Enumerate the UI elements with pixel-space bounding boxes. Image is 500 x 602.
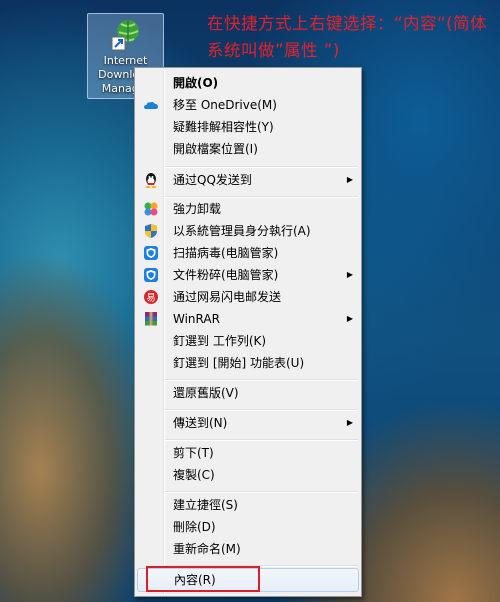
- menu-item-label: 開啟檔案位置(I): [173, 142, 258, 156]
- menu-separator: [165, 491, 358, 493]
- menu-item-label: 釘選到 工作列(K): [173, 334, 267, 348]
- onedrive-icon: [144, 102, 158, 109]
- menu-item-label: 疑難排解相容性(Y): [173, 120, 274, 134]
- properties-highlight-box: [146, 566, 260, 592]
- menu-item-run-as-administrator[interactable]: 以系統管理員身分執行(A): [137, 220, 359, 242]
- menu-item-label: 開啟(O): [173, 76, 219, 90]
- idm-globe-icon: [111, 20, 139, 51]
- menu-item-label: 還原舊版(V): [173, 386, 239, 400]
- menu-item-scan-virus[interactable]: 扫描病毒(电脑管家): [137, 242, 359, 264]
- menu-item-restore-previous-versions[interactable]: 還原舊版(V): [137, 382, 359, 404]
- uninstall-icon: [144, 202, 158, 216]
- menu-separator: [165, 379, 358, 381]
- menu-item-label: 重新命名(M): [173, 542, 241, 556]
- menu-item-pin-to-start[interactable]: 釘選到 [開始] 功能表(U): [137, 352, 359, 374]
- menu-item-pin-to-taskbar[interactable]: 釘選到 工作列(K): [137, 330, 359, 352]
- menu-separator: [165, 439, 358, 441]
- menu-item-copy[interactable]: 複製(C): [137, 464, 359, 486]
- context-menu: 開啟(O) 移至 OneDrive(M) 疑難排解相容性(Y) 開啟檔案位置(I…: [134, 67, 362, 597]
- menu-item-label: 扫描病毒(电脑管家): [173, 246, 279, 260]
- menu-item-rename[interactable]: 重新命名(M): [137, 538, 359, 560]
- menu-item-label: 剪下(T): [173, 446, 214, 460]
- menu-item-send-via-netease-mail[interactable]: 易 通过网易闪电邮发送: [137, 286, 359, 308]
- svg-text:易: 易: [146, 293, 155, 304]
- menu-item-label: 強力卸载: [173, 202, 222, 216]
- menu-separator: [165, 409, 358, 411]
- menu-item-file-shredder[interactable]: 文件粉碎(电脑管家) ▶: [137, 264, 359, 286]
- submenu-arrow-icon: ▶: [346, 418, 353, 427]
- menu-item-label: 釘選到 [開始] 功能表(U): [173, 356, 305, 370]
- menu-separator: [165, 166, 358, 168]
- netease-mail-icon: 易: [144, 290, 158, 304]
- menu-item-open-file-location[interactable]: 開啟檔案位置(I): [137, 138, 359, 160]
- menu-item-label: 傳送到(N): [173, 416, 228, 430]
- winrar-icon: [145, 312, 157, 326]
- uac-shield-icon: [145, 224, 157, 238]
- menu-item-label: 移至 OneDrive(M): [173, 98, 277, 112]
- menu-item-label: 刪除(D): [173, 520, 216, 534]
- menu-item-troubleshoot-compatibility[interactable]: 疑難排解相容性(Y): [137, 116, 359, 138]
- qq-icon: [145, 173, 157, 188]
- pc-manager-icon: [144, 246, 158, 260]
- submenu-arrow-icon: ▶: [346, 270, 353, 279]
- menu-item-label: 通过网易闪电邮发送: [173, 290, 282, 304]
- menu-item-label: 以系統管理員身分執行(A): [173, 224, 311, 238]
- pc-manager-icon: [144, 268, 158, 282]
- menu-item-winrar[interactable]: WinRAR ▶: [137, 308, 359, 330]
- menu-item-cut[interactable]: 剪下(T): [137, 442, 359, 464]
- menu-item-label: 通过QQ发送到: [173, 173, 252, 187]
- menu-item-label: WinRAR: [173, 312, 220, 326]
- menu-item-send-to[interactable]: 傳送到(N) ▶: [137, 412, 359, 434]
- menu-item-force-uninstall[interactable]: 強力卸载: [137, 198, 359, 220]
- menu-item-open[interactable]: 開啟(O): [137, 72, 359, 94]
- menu-item-delete[interactable]: 刪除(D): [137, 516, 359, 538]
- submenu-arrow-icon: ▶: [346, 314, 353, 323]
- submenu-arrow-icon: ▶: [346, 175, 353, 184]
- menu-item-label: 複製(C): [173, 468, 215, 482]
- menu-item-send-via-qq[interactable]: 通过QQ发送到 ▶: [137, 169, 359, 191]
- menu-item-create-shortcut[interactable]: 建立捷徑(S): [137, 494, 359, 516]
- annotation-text: 在快捷方式上右键选择：“内容“(简体系统叫做”属性 ”): [207, 14, 488, 60]
- menu-item-label: 建立捷徑(S): [173, 498, 238, 512]
- menu-item-label: 文件粉碎(电脑管家): [173, 268, 279, 282]
- menu-item-move-to-onedrive[interactable]: 移至 OneDrive(M): [137, 94, 359, 116]
